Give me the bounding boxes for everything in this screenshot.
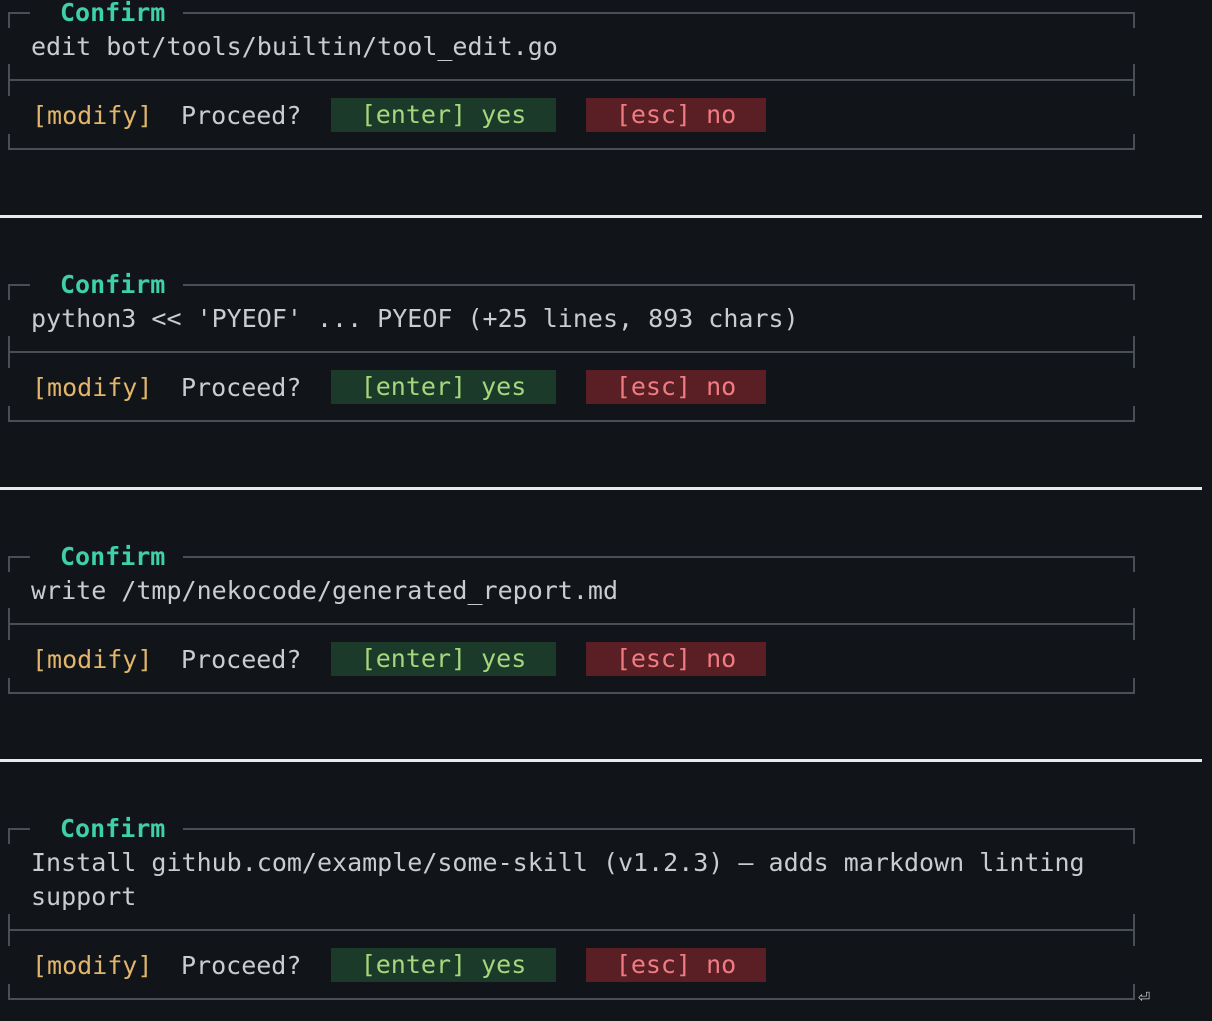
panel-top-border	[8, 556, 30, 558]
yes-button[interactable]: [enter] yes	[331, 642, 556, 676]
proceed-prompt: Proceed?	[181, 101, 302, 130]
panel-top-border	[8, 12, 30, 14]
panel-divider	[8, 351, 1135, 353]
modify-tag: [modify]	[32, 645, 153, 674]
no-button[interactable]: [esc] no	[586, 98, 766, 132]
panel-right-border	[1133, 828, 1135, 844]
dialog-description: edit bot/tools/builtin/tool_edit.go	[31, 32, 558, 61]
panel-divider	[8, 623, 1135, 625]
panel-bottom-border	[8, 420, 1135, 422]
no-button[interactable]: [esc] no	[586, 370, 766, 404]
panel-right-border	[1133, 556, 1135, 572]
panel-right-border	[1133, 914, 1135, 946]
panel-right-border	[1133, 12, 1135, 28]
panel-left-border	[8, 914, 10, 946]
dialog-description: python3 << 'PYEOF' ... PYEOF (+25 lines,…	[31, 304, 799, 333]
no-button[interactable]: [esc] no	[586, 948, 766, 982]
panel-top-border	[183, 828, 1135, 830]
panel-top-border	[8, 284, 30, 286]
panel-right-border	[1133, 64, 1135, 96]
panel-left-border	[8, 608, 10, 640]
dialog-title: Confirm	[60, 0, 166, 27]
panel-left-border	[8, 284, 10, 300]
panel-right-border	[1133, 608, 1135, 640]
panel-left-border	[8, 828, 10, 844]
panel-left-border	[8, 64, 10, 96]
panel-top-border	[183, 556, 1135, 558]
confirm-panel-2: Confirm python3 << 'PYEOF' ... PYEOF (+2…	[8, 270, 1135, 422]
dialog-actions: [modify] Proceed? [enter] yes [esc] no	[8, 98, 1135, 134]
panel-divider	[8, 79, 1135, 81]
panel-top-border	[183, 12, 1135, 14]
confirm-panel-4: Confirm Install github.com/example/some-…	[8, 814, 1135, 1000]
dialog-title: Confirm	[60, 814, 166, 843]
panel-left-border	[8, 12, 10, 28]
panel-bottom-border	[8, 998, 1135, 1000]
yes-button[interactable]: [enter] yes	[331, 370, 556, 404]
modify-tag: [modify]	[32, 951, 153, 980]
dialog-description: Install github.com/example/some-skill (v…	[31, 848, 1085, 911]
modify-tag: [modify]	[32, 101, 153, 130]
confirm-panel-1: Confirm edit bot/tools/builtin/tool_edit…	[8, 0, 1135, 150]
dialog-description: write /tmp/nekocode/generated_report.md	[31, 576, 618, 605]
panel-separator	[0, 759, 1202, 762]
panel-bottom-border	[8, 692, 1135, 694]
panel-right-border	[1133, 336, 1135, 368]
confirm-panel-3: Confirm write /tmp/nekocode/generated_re…	[8, 542, 1135, 694]
enter-icon: ⏎	[1138, 984, 1151, 1008]
panel-top-border	[8, 828, 30, 830]
proceed-prompt: Proceed?	[181, 645, 302, 674]
dialog-actions: [modify] Proceed? [enter] yes [esc] no	[8, 370, 1135, 406]
modify-tag: [modify]	[32, 373, 153, 402]
yes-button[interactable]: [enter] yes	[331, 98, 556, 132]
proceed-prompt: Proceed?	[181, 373, 302, 402]
proceed-prompt: Proceed?	[181, 951, 302, 980]
no-button[interactable]: [esc] no	[586, 642, 766, 676]
yes-button[interactable]: [enter] yes	[331, 948, 556, 982]
dialog-title: Confirm	[60, 270, 166, 299]
panel-bottom-border	[8, 148, 1135, 150]
panel-left-border	[8, 556, 10, 572]
panel-separator	[0, 487, 1202, 490]
panel-right-border	[1133, 284, 1135, 300]
panel-separator	[0, 215, 1202, 218]
panel-divider	[8, 929, 1135, 931]
panel-left-border	[8, 336, 10, 368]
panel-top-border	[183, 284, 1135, 286]
dialog-actions: [modify] Proceed? [enter] yes [esc] no	[8, 642, 1135, 678]
dialog-actions: [modify] Proceed? [enter] yes [esc] no	[8, 948, 1135, 984]
dialog-title: Confirm	[60, 542, 166, 571]
